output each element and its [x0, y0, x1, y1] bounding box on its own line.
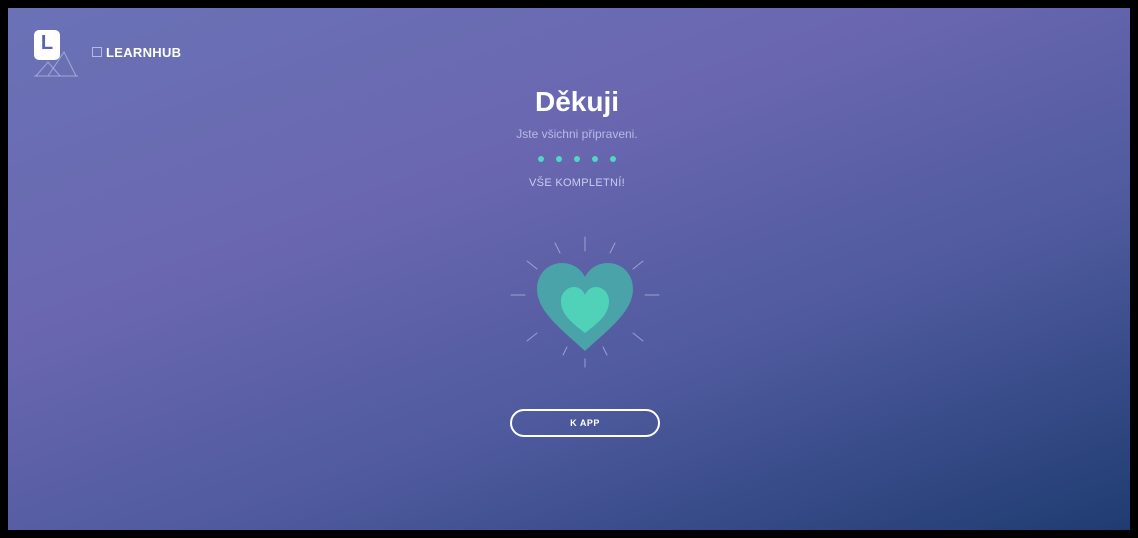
screen: L LEARNHUB Děkuji Jste všichni připraven… — [0, 0, 1138, 538]
brand-mark-icon — [92, 47, 102, 57]
logo-decoration-icon — [34, 51, 78, 77]
progress-dot — [556, 156, 562, 162]
progress-dot — [574, 156, 580, 162]
heart-icon — [510, 236, 660, 368]
progress-dot — [538, 156, 544, 162]
page-subtitle: Jste všichni připraveni. — [516, 127, 638, 141]
to-app-button[interactable]: K APP — [510, 409, 660, 437]
page-title: Děkuji — [534, 86, 620, 117]
brand: LEARNHUB — [92, 44, 182, 60]
progress-dots — [8, 156, 1130, 162]
brand-name: LEARNHUB — [106, 44, 182, 60]
progress-dot — [592, 156, 598, 162]
completion-status: VŠE KOMPLETNÍ! — [529, 177, 625, 189]
progress-dot — [610, 156, 616, 162]
